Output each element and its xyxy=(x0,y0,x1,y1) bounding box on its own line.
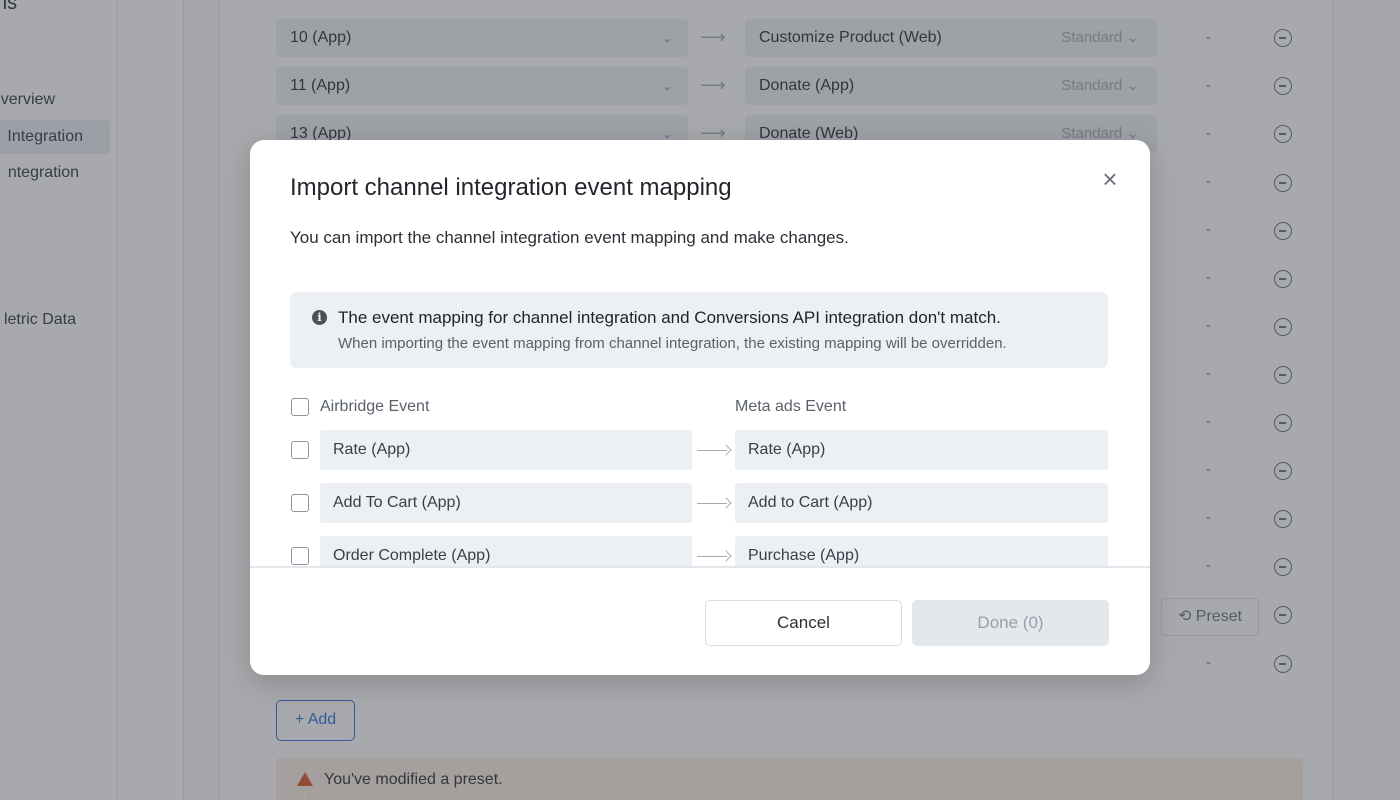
list-item: Add To Cart (App) Add to Cart (App) xyxy=(250,483,1150,523)
arrow-right-icon xyxy=(697,483,731,523)
mapping-list: Airbridge Event Meta ads Event Rate (App… xyxy=(250,390,1150,566)
mismatch-notice: i The event mapping for channel integrat… xyxy=(290,292,1108,368)
airbridge-event-field: Add To Cart (App) xyxy=(320,483,692,523)
dialog-footer: Cancel Done (0) xyxy=(250,566,1150,675)
meta-ads-event-column-header: Meta ads Event xyxy=(735,398,847,415)
row-checkbox[interactable] xyxy=(291,441,309,459)
airbridge-event-column-header: Airbridge Event xyxy=(320,398,430,415)
list-item: Order Complete (App) Purchase (App) xyxy=(250,536,1150,566)
airbridge-event-field: Order Complete (App) xyxy=(320,536,692,566)
arrow-right-icon xyxy=(697,430,731,470)
meta-ads-event-field: Purchase (App) xyxy=(735,536,1108,566)
meta-ads-event-field: Rate (App) xyxy=(735,430,1108,470)
arrow-right-icon xyxy=(697,536,731,566)
close-icon[interactable]: × xyxy=(1098,166,1122,192)
row-checkbox[interactable] xyxy=(291,494,309,512)
list-item: Rate (App) Rate (App) xyxy=(250,430,1150,470)
notice-body: When importing the event mapping from ch… xyxy=(338,335,1007,352)
dialog-description: You can import the channel integration e… xyxy=(290,228,849,247)
dialog-title: Import channel integration event mapping xyxy=(290,174,732,201)
select-all-checkbox[interactable] xyxy=(291,398,309,416)
import-mapping-dialog: Import channel integration event mapping… xyxy=(250,140,1150,675)
done-button[interactable]: Done (0) xyxy=(912,600,1109,646)
notice-title: The event mapping for channel integratio… xyxy=(338,308,1001,327)
meta-ads-event-field: Add to Cart (App) xyxy=(735,483,1108,523)
cancel-button[interactable]: Cancel xyxy=(705,600,902,646)
info-icon: i xyxy=(312,310,327,325)
airbridge-event-field: Rate (App) xyxy=(320,430,692,470)
row-checkbox[interactable] xyxy=(291,547,309,565)
